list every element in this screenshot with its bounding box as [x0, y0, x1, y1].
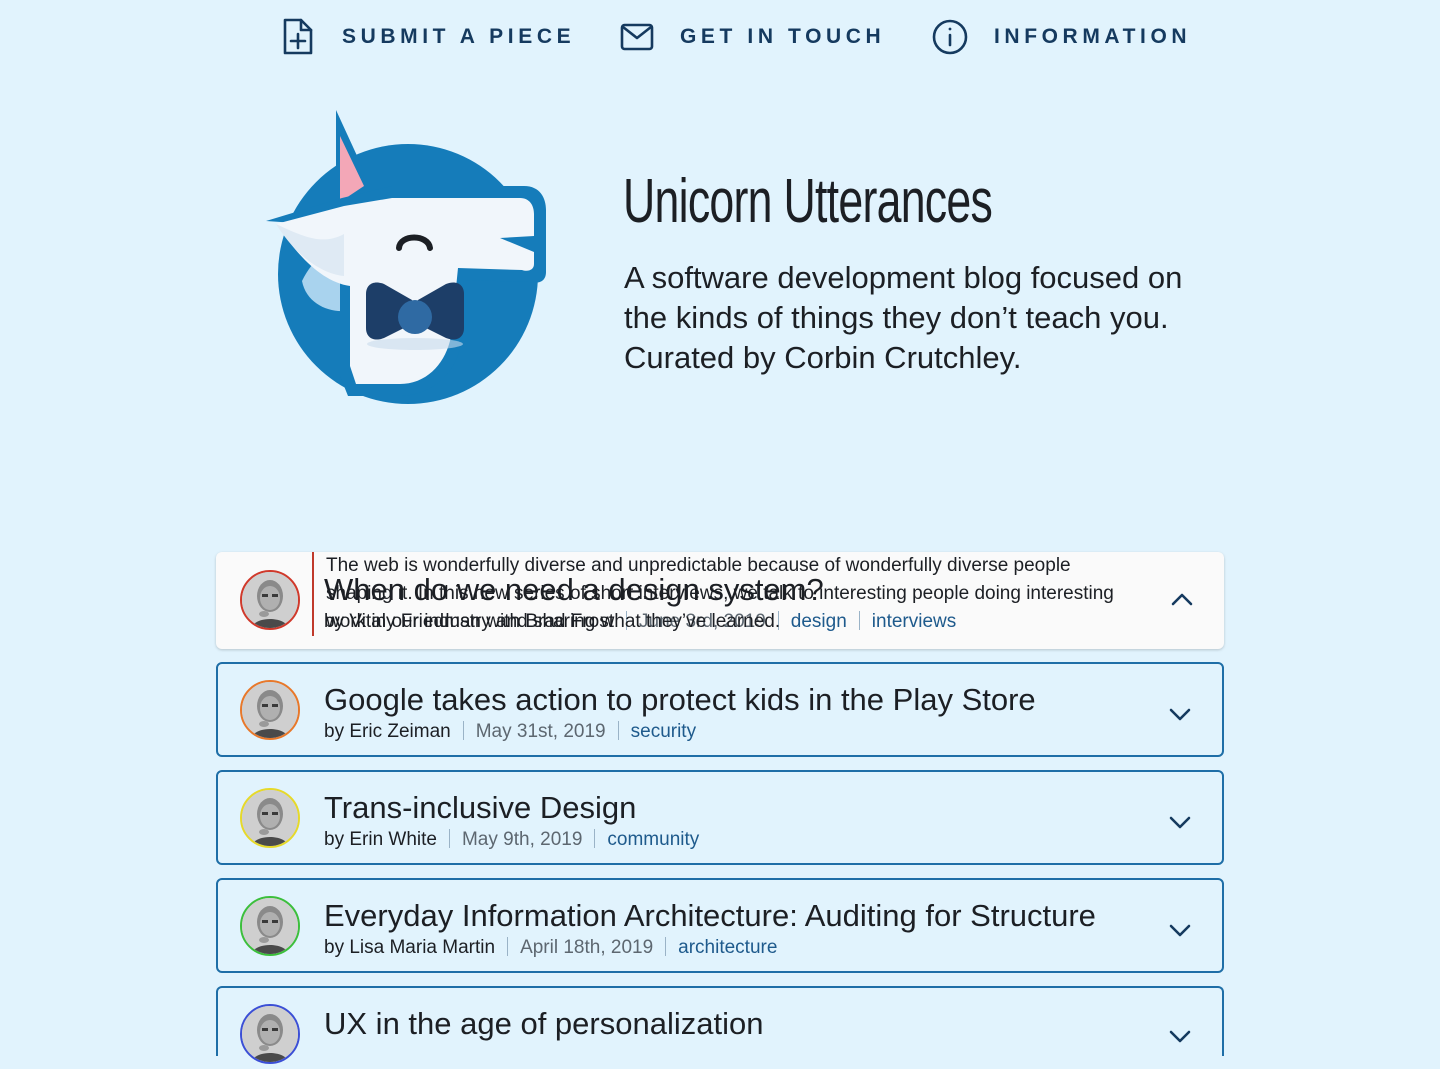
post-author[interactable]: by Eric Zeiman	[324, 721, 451, 742]
author-avatar[interactable]	[240, 680, 300, 740]
author-avatar[interactable]	[240, 788, 300, 848]
meta-divider	[617, 721, 619, 740]
nav-information[interactable]: INFORMATION	[931, 16, 1191, 58]
post-card[interactable]: Everyday Information Architecture: Audit…	[216, 878, 1224, 973]
meta-divider	[448, 829, 450, 848]
nav-submit-a-piece[interactable]: SUBMIT A PIECE	[280, 16, 575, 58]
mail-icon	[619, 17, 655, 57]
nav-info-label: INFORMATION	[994, 25, 1192, 48]
post-meta: by Erin White May 9th, 2019 community	[324, 826, 699, 854]
nav-contact-label: GET IN TOUCH	[680, 25, 886, 48]
post-date: May 9th, 2019	[461, 829, 583, 850]
site-title: Unicorn Utterances	[623, 167, 993, 236]
post-title[interactable]: Trans-inclusive Design	[324, 790, 699, 826]
author-avatar[interactable]	[240, 896, 300, 956]
meta-divider	[594, 829, 596, 848]
site-description: A software development blog focused on t…	[624, 260, 1183, 375]
post-card[interactable]: Google takes action to protect kids in t…	[216, 662, 1224, 757]
chevron-down-icon[interactable]	[1168, 810, 1192, 834]
post-card[interactable]: UX in the age of personalization	[216, 986, 1224, 1064]
chevron-up-icon[interactable]	[1170, 588, 1194, 612]
post-header: Trans-inclusive Design by Erin White May …	[324, 790, 699, 854]
post-meta: by Lisa Maria Martin April 18th, 2019 arch…	[324, 934, 1096, 962]
author-avatar[interactable]	[240, 570, 300, 630]
file-plus-icon	[280, 17, 316, 57]
post-list: When do we need a design system? by Vita…	[216, 456, 1224, 1069]
meta-divider	[507, 937, 509, 956]
nav-submit-label: SUBMIT A PIECE	[342, 25, 576, 48]
post-title[interactable]: Google takes action to protect kids in t…	[324, 682, 1036, 718]
nav-get-in-touch[interactable]: GET IN TOUCH	[619, 16, 885, 58]
post-card[interactable]: When do we need a design system? by Vita…	[216, 552, 1224, 649]
post-author[interactable]: by Erin White	[324, 829, 437, 850]
post-card[interactable]: Trans-inclusive Design by Erin White May …	[216, 770, 1224, 865]
post-tag[interactable]: community	[607, 829, 699, 850]
author-avatar[interactable]	[240, 1004, 300, 1064]
post-header: Google takes action to protect kids in t…	[324, 682, 1036, 746]
info-circle-icon	[931, 17, 969, 57]
post-title[interactable]: UX in the age of personalization	[324, 1006, 763, 1042]
chevron-down-icon[interactable]	[1168, 702, 1192, 726]
post-header: UX in the age of personalization	[324, 1006, 763, 1042]
post-date: May 31st, 2019	[475, 721, 606, 742]
post-tag[interactable]: architecture	[678, 937, 777, 958]
post-date: April 18th, 2019	[520, 937, 654, 958]
meta-divider	[665, 937, 667, 956]
post-header: Everyday Information Architecture: Audit…	[324, 898, 1096, 962]
post-excerpt: The web is wonderfully diverse and unpre…	[312, 552, 1124, 636]
top-navigation: SUBMIT A PIECE GET IN TOUCH INFORMATION	[0, 0, 1440, 74]
post-tag[interactable]: security	[631, 721, 696, 742]
post-meta: by Eric Zeiman May 31st, 2019 security	[324, 718, 1036, 746]
unicorn-logo	[262, 106, 552, 408]
post-author[interactable]: by Lisa Maria Martin	[324, 937, 495, 958]
meta-divider	[462, 721, 464, 740]
post-title[interactable]: Everyday Information Architecture: Audit…	[324, 898, 1096, 934]
chevron-down-icon[interactable]	[1168, 1024, 1192, 1048]
chevron-down-icon[interactable]	[1168, 918, 1192, 942]
